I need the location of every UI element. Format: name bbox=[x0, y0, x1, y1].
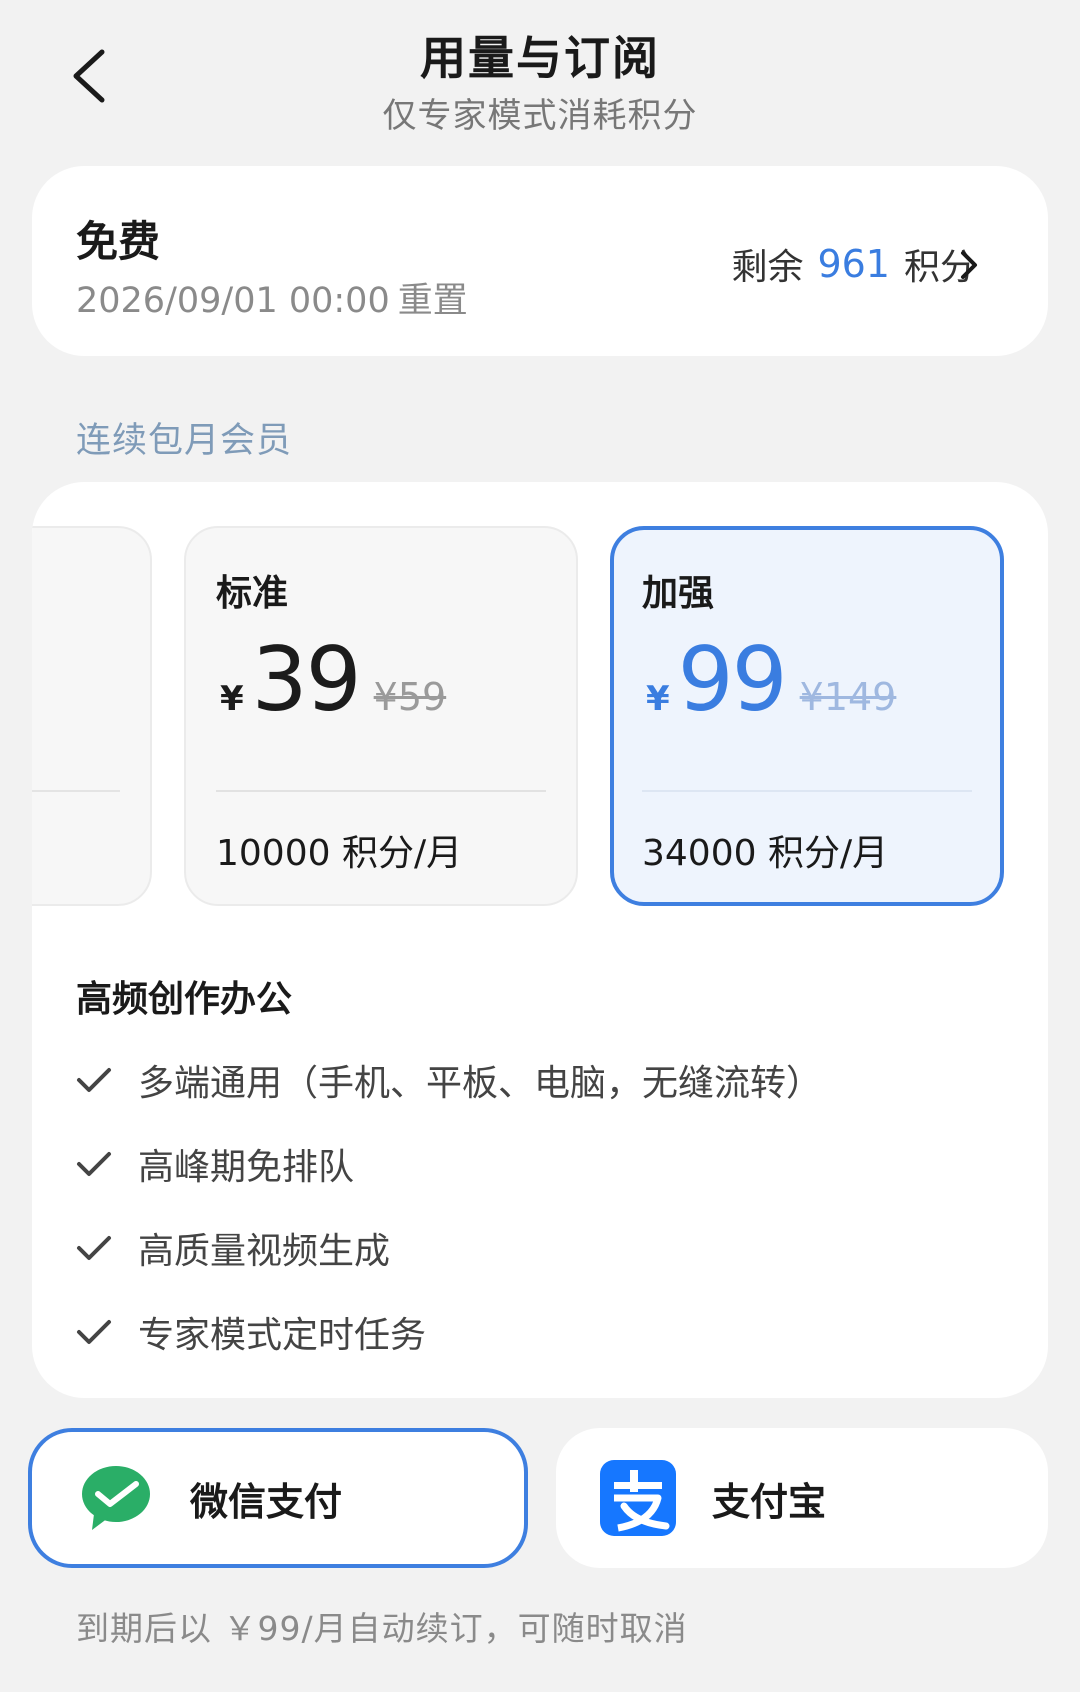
wechat-pay-label: 微信支付 bbox=[190, 1479, 343, 1524]
auto-renew-note: 到期后以 ￥99/月自动续订，可随时取消 bbox=[76, 1609, 688, 1648]
original-price: ¥59 bbox=[373, 675, 447, 719]
price-currency: ¥ bbox=[646, 679, 670, 719]
check-icon bbox=[77, 1236, 111, 1260]
feature-item: 高质量视频生成 bbox=[76, 1222, 390, 1274]
wechat-pay-button[interactable]: 微信支付 bbox=[28, 1428, 528, 1568]
tier-credits: 10000 积分/月 bbox=[216, 833, 463, 874]
plan-name: 免费 bbox=[76, 217, 161, 266]
tier-name: 加强 bbox=[642, 573, 715, 614]
feature-label: 高峰期免排队 bbox=[138, 1147, 355, 1188]
reset-label: 重置 bbox=[397, 281, 468, 321]
tier-name: 标准 bbox=[216, 573, 289, 614]
price-row: ¥ 99 ¥149 bbox=[646, 636, 896, 724]
alipay-icon bbox=[600, 1460, 676, 1536]
current-plan-card[interactable]: 免费 2026/09/01 00:00 重置 剩余 961 积分 bbox=[32, 166, 1048, 356]
alipay-button[interactable]: 支付宝 bbox=[556, 1428, 1048, 1568]
page-subtitle: 仅专家模式消耗积分 bbox=[382, 96, 698, 136]
feature-label: 多端通用（手机、平板、电脑，无缝流转） bbox=[138, 1063, 823, 1104]
tier-divider bbox=[216, 790, 546, 792]
check-icon bbox=[77, 1152, 111, 1176]
tier-divider bbox=[642, 790, 972, 792]
alipay-label: 支付宝 bbox=[712, 1479, 827, 1524]
feature-label: 高质量视频生成 bbox=[138, 1231, 391, 1272]
feature-item: 高峰期免排队 bbox=[76, 1138, 354, 1190]
wechat-pay-icon bbox=[82, 1466, 150, 1530]
subscription-panel: 标准 ¥ 39 ¥59 10000 积分/月 加强 ¥ 99 ¥149 3400… bbox=[32, 482, 1048, 1398]
remaining-credits[interactable]: 剩余 961 积分 bbox=[731, 238, 976, 290]
check-icon bbox=[77, 1068, 111, 1092]
page-title: 用量与订阅 bbox=[420, 31, 660, 85]
price-value: 99 bbox=[677, 628, 788, 731]
remaining-prefix: 剩余 bbox=[731, 247, 804, 288]
plan-reset-info: 2026/09/01 00:00 重置 bbox=[76, 272, 476, 323]
tier-card-standard[interactable]: 标准 ¥ 39 ¥59 10000 积分/月 bbox=[184, 526, 578, 906]
price-value: 39 bbox=[251, 628, 362, 731]
feature-item: 多端通用（手机、平板、电脑，无缝流转） bbox=[76, 1054, 822, 1106]
feature-item: 专家模式定时任务 bbox=[76, 1306, 426, 1358]
reset-time: 2026/09/01 00:00 bbox=[76, 281, 390, 321]
price-currency: ¥ bbox=[220, 679, 244, 719]
tier-card-partial[interactable] bbox=[32, 526, 152, 906]
section-label: 连续包月会员 bbox=[76, 421, 293, 461]
tier-divider bbox=[32, 790, 120, 792]
tier-card-plus[interactable]: 加强 ¥ 99 ¥149 34000 积分/月 bbox=[610, 526, 1004, 906]
price-row: ¥ 39 ¥59 bbox=[220, 636, 446, 724]
chevron-right-icon[interactable] bbox=[958, 248, 980, 282]
original-price: ¥149 bbox=[799, 675, 897, 719]
remaining-value: 961 bbox=[817, 242, 890, 286]
features-title: 高频创作办公 bbox=[76, 979, 293, 1020]
check-icon bbox=[77, 1320, 111, 1344]
tier-credits: 34000 积分/月 bbox=[642, 833, 889, 874]
subscription-page: 用量与订阅 仅专家模式消耗积分 免费 2026/09/01 00:00 重置 剩余… bbox=[0, 0, 1080, 1692]
feature-label: 专家模式定时任务 bbox=[138, 1315, 427, 1356]
